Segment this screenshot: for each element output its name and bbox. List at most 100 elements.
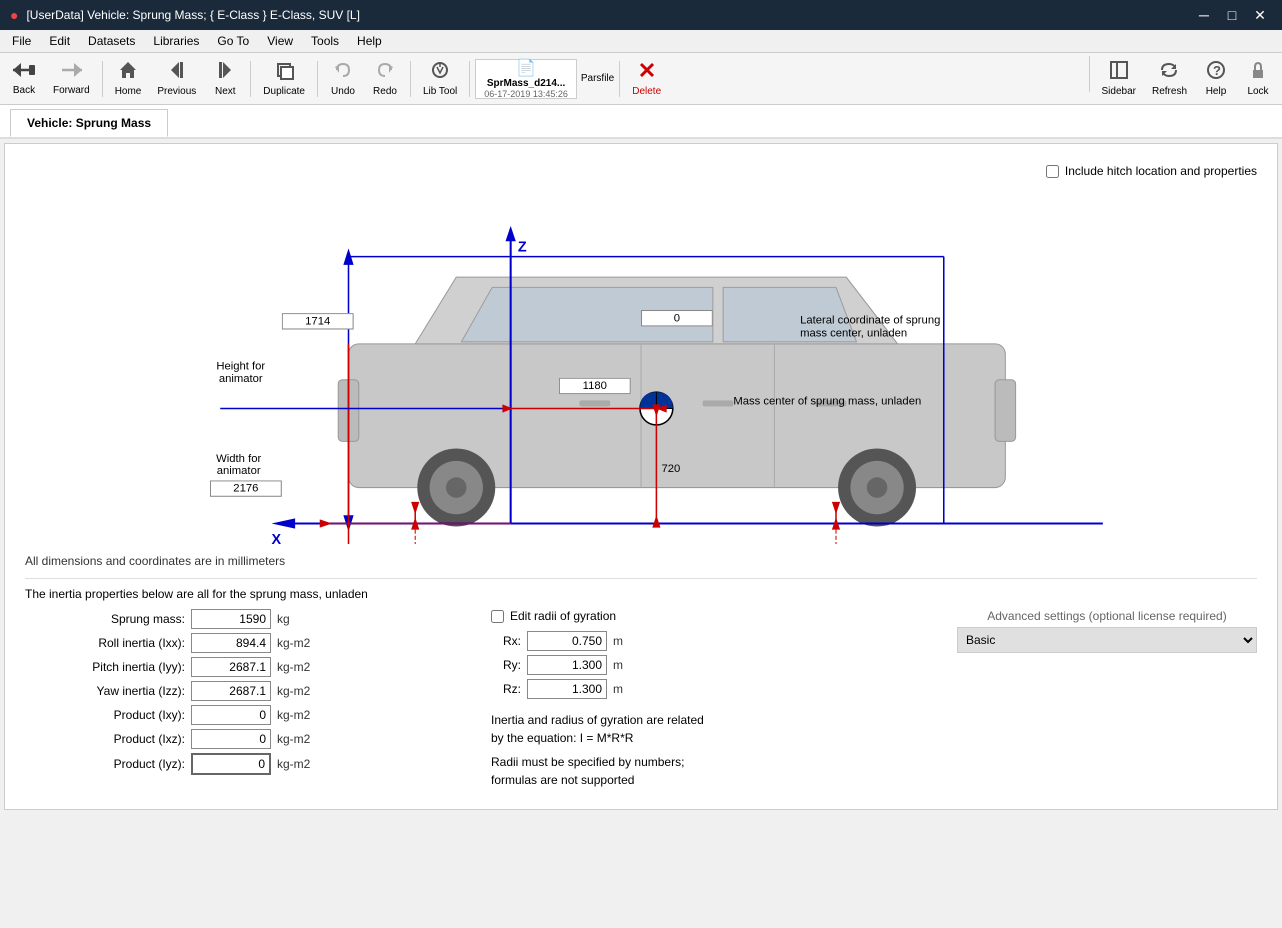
minimize-button[interactable]: ─ (1192, 3, 1216, 27)
yaw-input[interactable] (191, 681, 271, 701)
undo-button[interactable]: Undo (323, 56, 363, 102)
menu-tools[interactable]: Tools (303, 32, 347, 50)
main-panel: Include hitch location and properties (4, 143, 1278, 810)
lateral-coord-fo[interactable] (641, 310, 723, 336)
height-for-animator-label2: animator (219, 373, 263, 385)
width-input[interactable] (210, 480, 282, 496)
ixz-input[interactable] (191, 729, 271, 749)
back-button[interactable]: Back (4, 56, 44, 102)
menu-libraries[interactable]: Libraries (145, 32, 207, 50)
iyz-input[interactable] (191, 753, 271, 775)
redo-button[interactable]: Redo (365, 56, 405, 102)
rx-unit: m (613, 634, 623, 648)
inertia-note: The inertia properties below are all for… (25, 587, 1257, 601)
home-icon (118, 60, 138, 84)
advanced-select[interactable]: Basic (957, 627, 1257, 653)
lateral-coord-input[interactable] (641, 310, 713, 326)
ry-input[interactable] (527, 655, 607, 675)
menu-file[interactable]: File (4, 32, 39, 50)
rx-label: Rx: (491, 634, 521, 648)
pitch-input[interactable] (191, 657, 271, 677)
delete-label: Delete (632, 86, 661, 97)
next-icon (215, 60, 235, 84)
help-button[interactable]: ? Help (1196, 56, 1236, 102)
roll-input[interactable] (191, 633, 271, 653)
libtool-icon (430, 60, 450, 84)
sidebar-button[interactable]: Sidebar (1095, 56, 1143, 102)
libtool-button[interactable]: Lib Tool (416, 56, 464, 102)
ixy-row: Product (Ixy): kg-m2 (25, 705, 461, 725)
ry-unit: m (613, 658, 623, 672)
rx-input[interactable] (527, 631, 607, 651)
toolbar-sep-4 (410, 61, 411, 97)
delete-button[interactable]: Delete (625, 56, 668, 102)
rz-input[interactable] (527, 679, 607, 699)
height-input[interactable] (282, 313, 354, 329)
ixy-unit: kg-m2 (277, 708, 310, 722)
pitch-label: Pitch inertia (Iyy): (25, 660, 185, 674)
ixz-label: Product (Ixz): (25, 732, 185, 746)
width-input-fo[interactable] (210, 480, 292, 506)
sidebar-icon (1109, 60, 1129, 84)
forward-button[interactable]: Forward (46, 56, 97, 102)
previous-button[interactable]: Previous (150, 56, 203, 102)
duplicate-button[interactable]: Duplicate (256, 56, 312, 102)
ixz-row: Product (Ixz): kg-m2 (25, 729, 461, 749)
home-button[interactable]: Home (108, 56, 149, 102)
iyz-label: Product (Iyz): (25, 757, 185, 771)
menu-goto[interactable]: Go To (209, 32, 257, 50)
toolbar-sep-3 (317, 61, 318, 97)
menu-view[interactable]: View (259, 32, 301, 50)
inertia-left-panel: Sprung mass: kg Roll inertia (Ixx): kg-m… (25, 609, 461, 789)
lock-button[interactable]: Lock (1238, 56, 1278, 102)
maximize-button[interactable]: □ (1220, 3, 1244, 27)
width-for-animator-label1: Width for (216, 453, 261, 465)
iyz-row: Product (Iyz): kg-m2 (25, 753, 461, 775)
radii-note-text: Radii must be specified by numbers;formu… (491, 755, 684, 787)
undo-label: Undo (331, 86, 355, 97)
toolbar-right: Sidebar Refresh ? Help Lock (1086, 56, 1278, 102)
file-info: 📄 SprMass_d214... 06-17-2019 13:45:26 (475, 59, 577, 99)
width-for-animator-label2: animator (217, 465, 261, 477)
window-controls: ─ □ ✕ (1192, 3, 1272, 27)
file-icon: 📄 (516, 58, 536, 78)
refresh-button[interactable]: Refresh (1145, 56, 1194, 102)
next-button[interactable]: Next (205, 56, 245, 102)
duplicate-icon (274, 60, 294, 84)
yaw-inertia-row: Yaw inertia (Izz): kg-m2 (25, 681, 461, 701)
inertia-right-panel: Edit radii of gyration Rx: m Ry: m Rz: m (491, 609, 927, 789)
edit-radii-checkbox[interactable] (491, 610, 504, 623)
iyz-unit: kg-m2 (277, 757, 310, 771)
main-tab[interactable]: Vehicle: Sprung Mass (10, 109, 168, 137)
longitudinal-fo[interactable] (559, 378, 641, 404)
help-icon: ? (1206, 60, 1226, 84)
ixy-input[interactable] (191, 705, 271, 725)
delete-icon (637, 60, 657, 84)
edit-radii-label: Edit radii of gyration (510, 609, 616, 623)
file-date: 06-17-2019 13:45:26 (484, 89, 568, 99)
menu-bar: File Edit Datasets Libraries Go To View … (0, 30, 1282, 53)
toolbar-sep-6 (619, 61, 620, 97)
toolbar-sep-2 (250, 61, 251, 97)
tab-label: Vehicle: Sprung Mass (27, 116, 151, 130)
equation-note: Inertia and radius of gyration are relat… (491, 711, 927, 747)
vert-arrow-down (652, 515, 660, 527)
help-label: Help (1206, 86, 1227, 97)
window-title: [UserData] Vehicle: Sprung Mass; { E-Cla… (26, 8, 359, 22)
height-input-fo[interactable] (282, 313, 364, 349)
menu-edit[interactable]: Edit (41, 32, 78, 50)
sprung-mass-input[interactable] (191, 609, 271, 629)
title-bar: ● [UserData] Vehicle: Sprung Mass; { E-C… (0, 0, 1282, 30)
toolbar-sep-5 (469, 61, 470, 97)
menu-datasets[interactable]: Datasets (80, 32, 143, 50)
front-horiz-left-arr (320, 519, 332, 527)
close-button[interactable]: ✕ (1248, 3, 1272, 27)
diagram-area: Include hitch location and properties (15, 154, 1267, 544)
front-vert-up (411, 502, 419, 514)
longitudinal-input[interactable] (559, 378, 631, 394)
yaw-unit: kg-m2 (277, 684, 310, 698)
sidebar-label: Sidebar (1102, 86, 1136, 97)
equation-note-text: Inertia and radius of gyration are relat… (491, 713, 704, 745)
menu-help[interactable]: Help (349, 32, 390, 50)
undo-icon (333, 60, 353, 84)
